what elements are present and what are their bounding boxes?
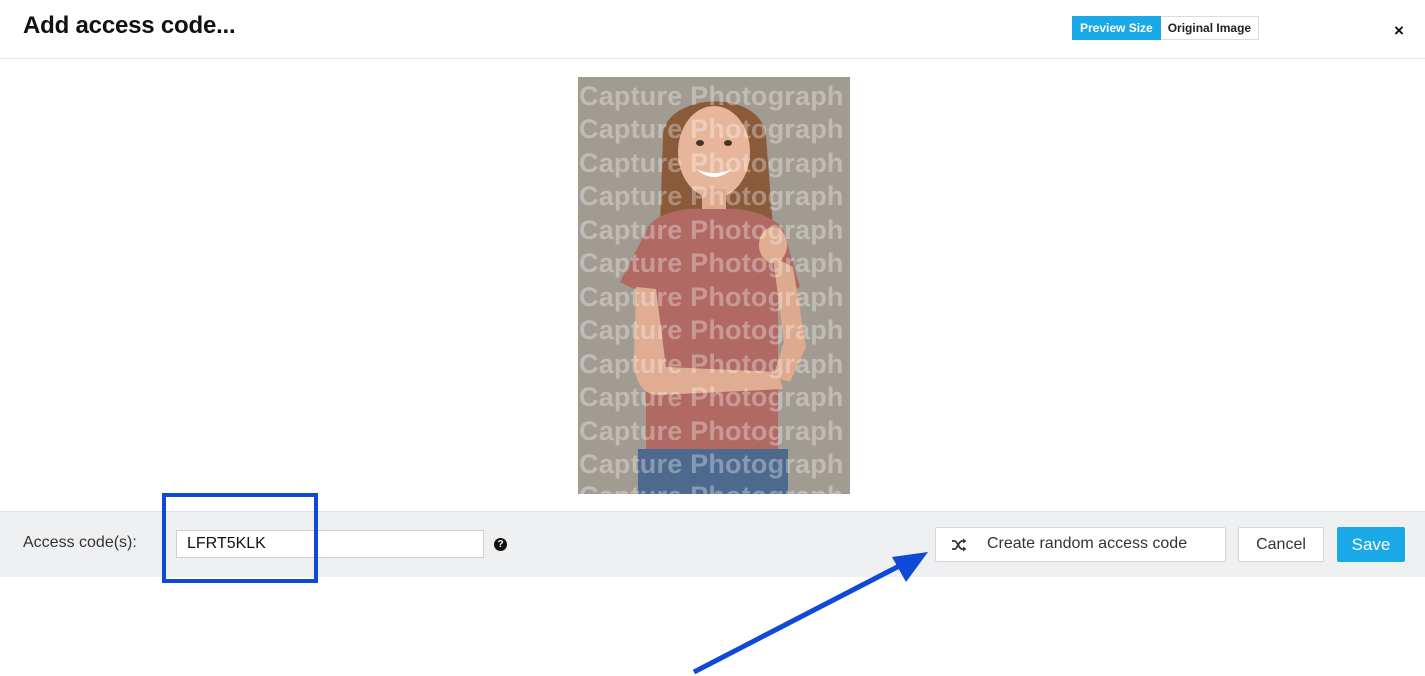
photo-preview: Capture Photograph Capture Photograph Ca…	[578, 77, 850, 494]
watermark-text: Capture Photograph	[579, 148, 844, 178]
watermark-text: Capture Photograph	[579, 114, 844, 144]
watermark-text: Capture Photograph	[579, 416, 844, 446]
access-code-input[interactable]	[176, 530, 484, 558]
cancel-button[interactable]: Cancel	[1238, 527, 1324, 562]
shuffle-icon	[952, 538, 967, 552]
preview-size-button[interactable]: Preview Size	[1072, 16, 1161, 40]
watermark-text: Capture Photograph	[579, 215, 844, 245]
watermark-text: Capture Photograph	[579, 382, 844, 412]
create-random-access-code-button[interactable]: Create random access code	[935, 527, 1226, 562]
watermark-text: Capture Photograph	[579, 181, 844, 211]
watermark-text: Capture Photograph	[579, 315, 844, 345]
watermark-overlay: Capture Photograph Capture Photograph Ca…	[578, 77, 850, 494]
access-code-footer: Access code(s): ? Create random access c…	[0, 511, 1425, 577]
watermark-text: Capture Photograph	[579, 349, 844, 379]
original-image-button[interactable]: Original Image	[1160, 16, 1260, 40]
help-icon[interactable]: ?	[494, 538, 507, 551]
watermark-text: Capture Photograph	[579, 81, 844, 111]
watermark-text: Capture Photograph	[579, 248, 844, 278]
close-icon[interactable]: ×	[1391, 22, 1407, 40]
dialog-header: Add access code... Preview Size Original…	[0, 0, 1425, 59]
access-code-label: Access code(s):	[23, 534, 137, 551]
watermark-text: Capture Photograph	[579, 282, 844, 312]
image-size-toggle: Preview Size Original Image	[1072, 16, 1260, 40]
save-button[interactable]: Save	[1337, 527, 1405, 562]
add-access-code-dialog: Add access code... Preview Size Original…	[0, 0, 1425, 676]
create-random-access-code-label: Create random access code	[987, 535, 1188, 552]
watermark-text: Capture Photograph	[579, 449, 844, 479]
dialog-title: Add access code...	[23, 12, 236, 39]
watermark-text: Capture Photograph	[579, 481, 844, 494]
